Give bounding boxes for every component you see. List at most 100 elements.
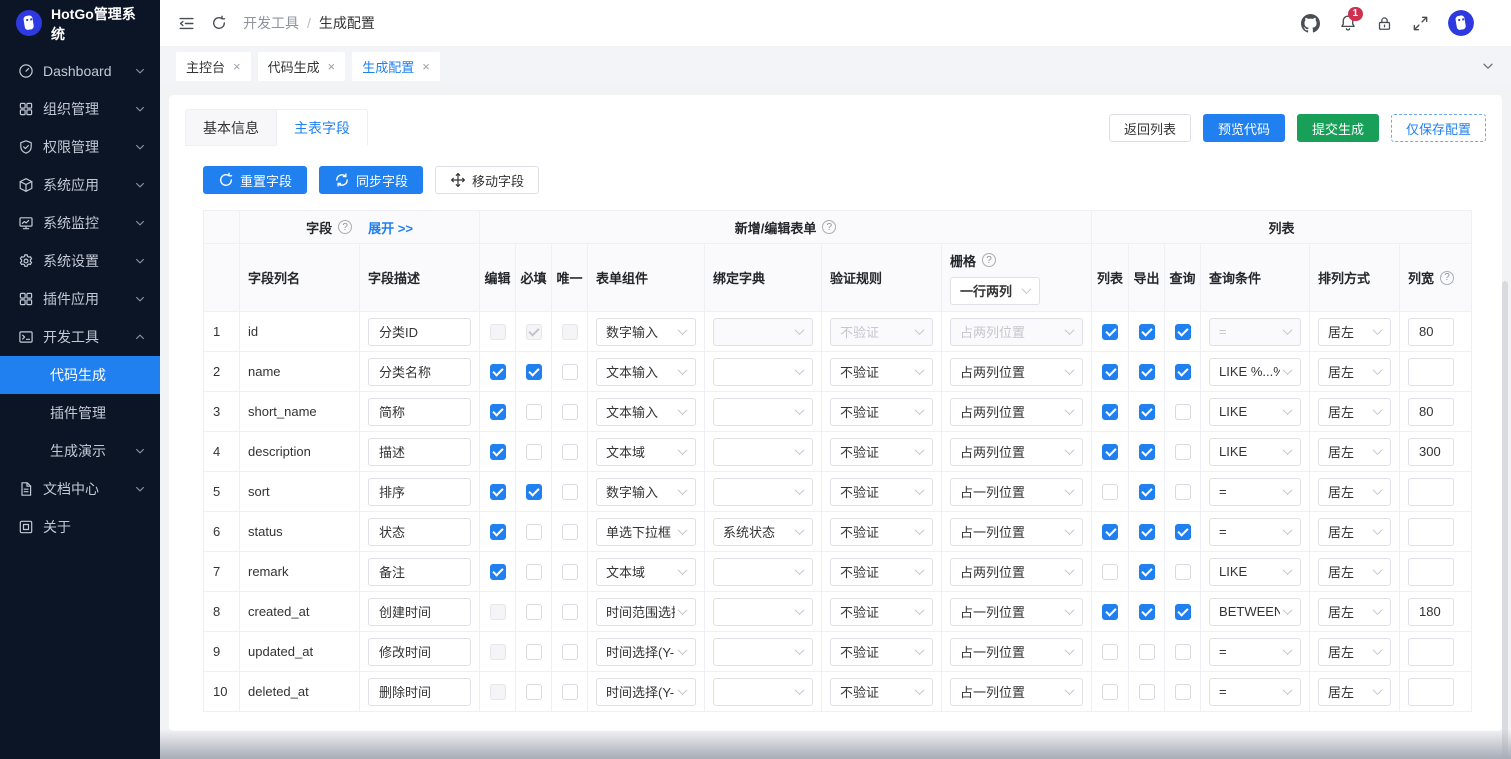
open-tab-1[interactable]: 主控台 × bbox=[176, 51, 251, 81]
sidebar-item-org[interactable]: 组织管理 bbox=[0, 90, 160, 128]
form-component-select[interactable]: 时间选择(Y-... bbox=[596, 677, 696, 706]
export-checkbox[interactable] bbox=[1138, 483, 1155, 500]
dict-bind-select[interactable] bbox=[713, 437, 813, 466]
dict-bind-select[interactable] bbox=[713, 317, 813, 346]
grid-span-select[interactable]: 占两列位置 bbox=[950, 357, 1084, 386]
unique-checkbox[interactable] bbox=[561, 523, 578, 540]
required-checkbox[interactable] bbox=[525, 323, 542, 340]
list-checkbox[interactable] bbox=[1102, 683, 1119, 700]
sidebar-item-dashboard[interactable]: Dashboard bbox=[0, 52, 160, 90]
query-checkbox[interactable] bbox=[1174, 683, 1191, 700]
list-checkbox[interactable] bbox=[1102, 603, 1119, 620]
column-width-input[interactable]: 180 bbox=[1408, 597, 1455, 626]
column-width-input[interactable]: 80 bbox=[1408, 397, 1455, 426]
edit-checkbox[interactable] bbox=[489, 563, 506, 580]
form-group-help-icon[interactable]: ? bbox=[822, 220, 837, 234]
sidebar-item-sys-setting[interactable]: 系统设置 bbox=[0, 242, 160, 280]
refresh-page-icon[interactable] bbox=[211, 15, 227, 31]
field-desc-input[interactable]: 排序 bbox=[368, 477, 471, 506]
grid-span-select[interactable]: 占一列位置 bbox=[950, 677, 1084, 706]
grid-span-select[interactable]: 占一列位置 bbox=[950, 597, 1084, 626]
dict-bind-select[interactable] bbox=[713, 677, 813, 706]
edit-checkbox[interactable] bbox=[489, 363, 506, 380]
list-checkbox[interactable] bbox=[1102, 403, 1119, 420]
submit-generate-button[interactable]: 提交生成 bbox=[1296, 114, 1379, 142]
unique-checkbox[interactable] bbox=[561, 643, 578, 660]
edit-checkbox[interactable] bbox=[489, 403, 506, 420]
field-desc-input[interactable]: 分类ID bbox=[368, 317, 471, 346]
edit-checkbox[interactable] bbox=[489, 603, 506, 620]
export-checkbox[interactable] bbox=[1138, 323, 1155, 340]
query-checkbox[interactable] bbox=[1174, 603, 1191, 620]
column-width-input[interactable]: 80 bbox=[1408, 317, 1455, 346]
preview-code-button[interactable]: 预览代码 bbox=[1202, 114, 1285, 142]
align-select[interactable]: 居左 bbox=[1318, 597, 1392, 626]
query-checkbox[interactable] bbox=[1174, 563, 1191, 580]
validate-rule-select[interactable]: 不验证 bbox=[830, 357, 933, 386]
reset-fields-button[interactable]: 重置字段 bbox=[203, 166, 308, 194]
open-tab-3[interactable]: 生成配置 × bbox=[352, 51, 440, 81]
list-checkbox[interactable] bbox=[1102, 643, 1119, 660]
query-cond-select[interactable]: LIKE bbox=[1209, 557, 1302, 586]
align-select[interactable]: 居左 bbox=[1318, 397, 1392, 426]
field-group-help-icon[interactable]: ? bbox=[338, 220, 353, 234]
query-cond-select[interactable]: = bbox=[1209, 517, 1302, 546]
width-help-icon[interactable]: ? bbox=[1440, 270, 1455, 285]
save-config-only-button[interactable]: 仅保存配置 bbox=[1390, 114, 1486, 142]
edit-checkbox[interactable] bbox=[489, 323, 506, 340]
tab-main-fields[interactable]: 主表字段 bbox=[276, 109, 368, 146]
dict-bind-select[interactable] bbox=[713, 637, 813, 666]
export-checkbox[interactable] bbox=[1138, 563, 1155, 580]
query-checkbox[interactable] bbox=[1174, 403, 1191, 420]
export-checkbox[interactable] bbox=[1138, 443, 1155, 460]
align-select[interactable]: 居左 bbox=[1318, 477, 1392, 506]
unique-checkbox[interactable] bbox=[561, 363, 578, 380]
edit-checkbox[interactable] bbox=[489, 483, 506, 500]
edit-checkbox[interactable] bbox=[489, 443, 506, 460]
edit-checkbox[interactable] bbox=[489, 523, 506, 540]
close-tab-icon[interactable]: × bbox=[422, 60, 430, 73]
required-checkbox[interactable] bbox=[525, 443, 542, 460]
dict-bind-select[interactable]: 系统状态 bbox=[713, 517, 813, 546]
unique-checkbox[interactable] bbox=[561, 683, 578, 700]
field-desc-input[interactable]: 分类名称 bbox=[368, 357, 471, 386]
grid-span-select[interactable]: 占一列位置 bbox=[950, 517, 1084, 546]
column-width-input[interactable] bbox=[1408, 477, 1455, 506]
validate-rule-select[interactable]: 不验证 bbox=[830, 597, 933, 626]
user-avatar[interactable] bbox=[1448, 10, 1474, 36]
grid-span-select[interactable]: 占两列位置 bbox=[950, 557, 1084, 586]
required-checkbox[interactable] bbox=[525, 523, 542, 540]
required-checkbox[interactable] bbox=[525, 403, 542, 420]
form-component-select[interactable]: 文本输入 bbox=[596, 357, 696, 386]
lock-screen-icon[interactable] bbox=[1376, 15, 1393, 32]
required-checkbox[interactable] bbox=[525, 683, 542, 700]
export-checkbox[interactable] bbox=[1138, 643, 1155, 660]
grid-span-select[interactable]: 占两列位置 bbox=[950, 397, 1084, 426]
column-width-input[interactable] bbox=[1408, 357, 1455, 386]
query-cond-select[interactable]: LIKE bbox=[1209, 437, 1302, 466]
tab-basic-info[interactable]: 基本信息 bbox=[185, 109, 277, 146]
open-tab-2[interactable]: 代码生成 × bbox=[257, 51, 346, 81]
field-desc-input[interactable]: 修改时间 bbox=[368, 637, 471, 666]
query-cond-select[interactable]: = bbox=[1209, 317, 1302, 346]
unique-checkbox[interactable] bbox=[561, 323, 578, 340]
sidebar-item-auth[interactable]: 权限管理 bbox=[0, 128, 160, 166]
list-checkbox[interactable] bbox=[1102, 443, 1119, 460]
form-component-select[interactable]: 数字输入 bbox=[596, 317, 696, 346]
field-desc-input[interactable]: 创建时间 bbox=[368, 597, 471, 626]
required-checkbox[interactable] bbox=[525, 363, 542, 380]
align-select[interactable]: 居左 bbox=[1318, 677, 1392, 706]
required-checkbox[interactable] bbox=[525, 603, 542, 620]
dict-bind-select[interactable] bbox=[713, 397, 813, 426]
form-component-select[interactable]: 文本输入 bbox=[596, 397, 696, 426]
unique-checkbox[interactable] bbox=[561, 603, 578, 620]
query-cond-select[interactable]: = bbox=[1209, 637, 1302, 666]
align-select[interactable]: 居左 bbox=[1318, 517, 1392, 546]
form-component-select[interactable]: 单选下拉框 bbox=[596, 517, 696, 546]
field-desc-input[interactable]: 描述 bbox=[368, 437, 471, 466]
validate-rule-select[interactable]: 不验证 bbox=[830, 317, 933, 346]
list-checkbox[interactable] bbox=[1102, 523, 1119, 540]
list-checkbox[interactable] bbox=[1102, 323, 1119, 340]
notification-bell-icon[interactable]: 1 bbox=[1339, 7, 1363, 32]
query-checkbox[interactable] bbox=[1174, 483, 1191, 500]
